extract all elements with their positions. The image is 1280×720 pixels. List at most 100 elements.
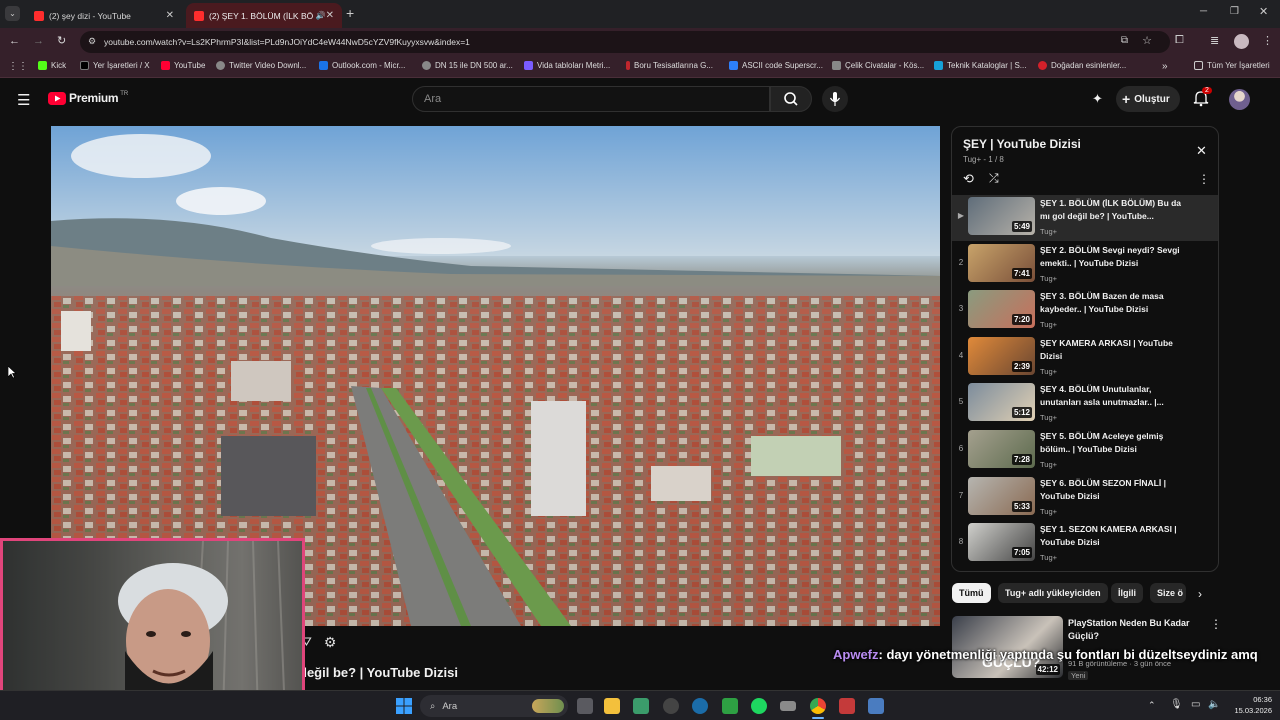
window-icon[interactable] [780, 701, 796, 711]
recommended-menu-icon[interactable]: ⋮ [1210, 617, 1222, 631]
chip-all[interactable]: Tümü [952, 583, 991, 603]
bookmark-item[interactable]: Outlook.com - Micr... [319, 61, 405, 70]
cast-icon[interactable]: ✦ [1092, 91, 1103, 107]
volume-tray-icon[interactable]: 🔈 [1208, 699, 1220, 710]
spotify-icon[interactable] [751, 698, 767, 714]
folder-icon [1194, 61, 1203, 70]
playlist-item[interactable]: 2 7:41 ŞEY 2. BÖLÜM Sevgi neydi? Sevgi eme… [952, 242, 1218, 288]
video-duration: 7:41 [1011, 267, 1032, 279]
steam-icon[interactable] [692, 698, 708, 714]
search-icon [784, 92, 798, 106]
browser-tab-1[interactable]: (2) şey dizi - YouTube ✕ [26, 3, 182, 28]
bookmark-item[interactable]: YouTube [161, 61, 205, 70]
playlist-item[interactable]: ▶ 5:49 ŞEY 1. BÖLÜM (İLK BÖLÜM) Bu da mı g… [952, 195, 1218, 241]
voice-search-button[interactable] [822, 86, 848, 112]
close-playlist-icon[interactable]: ✕ [1196, 143, 1207, 159]
notifications-button[interactable]: 2 [1193, 87, 1212, 107]
bookmarks-overflow-icon[interactable]: » [1162, 61, 1168, 72]
bookmark-item[interactable]: Doğadan esinlenler... [1038, 61, 1126, 70]
playlist-item-title: ŞEY KAMERA ARKASI | YouTube Dizisi [1040, 337, 1173, 361]
xbox-icon[interactable] [722, 698, 738, 714]
streaming-app-icon[interactable] [839, 698, 855, 714]
chip-for-you[interactable]: Size ö [1150, 583, 1186, 603]
bookmark-star-icon[interactable]: ☆ [1142, 34, 1152, 47]
taskbar-search[interactable]: ⌕ Ara [420, 695, 568, 717]
bookmark-item[interactable]: DN 15 ile DN 500 ar... [422, 61, 513, 70]
task-view-icon[interactable] [577, 698, 593, 714]
ascii-icon [729, 61, 738, 70]
browser-tab-2[interactable]: (2) ŞEY 1. BÖLÜM (İLK BÖLÜ 🔊 ✕ [186, 3, 342, 28]
settings-gear-icon[interactable]: ⚙ [324, 634, 337, 651]
site-info-icon[interactable]: ⚙ [88, 36, 96, 47]
chip-uploader[interactable]: Tug+ adlı yükleyiciden [998, 583, 1108, 603]
youtube-header: ☰ Premium TR Ara ✦ + Oluştur 2 [0, 79, 1280, 121]
audio-playing-icon[interactable]: 🔊 [316, 11, 326, 20]
search-input[interactable]: Ara [412, 86, 770, 112]
forward-icon[interactable]: → [33, 35, 44, 47]
playlist-item[interactable]: 8 7:05 ŞEY 1. SEZON KAMERA ARKASI | YouTub… [952, 521, 1218, 567]
youtube-logo[interactable]: Premium TR [48, 91, 128, 105]
playlist-item-channel: Tug+ [1040, 506, 1058, 516]
minimize-icon[interactable]: ─ [1200, 6, 1207, 17]
bookmark-item[interactable]: Boru Tesisatlarına G... [626, 61, 713, 70]
app-icon[interactable] [633, 698, 649, 714]
tab-search-button[interactable]: ⌄ [5, 6, 20, 21]
tray-overflow-icon[interactable]: ⌃ [1148, 700, 1156, 711]
close-window-icon[interactable]: ✕ [1259, 5, 1268, 18]
bookmark-item[interactable]: Vida tabloları Metri... [524, 61, 610, 70]
file-explorer-icon[interactable] [604, 698, 620, 714]
bookmark-item[interactable]: Çelik Civatalar - Kös... [832, 61, 924, 70]
hamburger-menu-icon[interactable]: ☰ [17, 91, 30, 109]
microphone-icon [829, 92, 841, 106]
playlist-item-index: 8 [958, 537, 964, 547]
youtube-favicon-icon [194, 10, 204, 21]
close-tab-icon[interactable]: ✕ [326, 10, 334, 21]
video-duration: 5:33 [1011, 500, 1032, 512]
loop-icon[interactable]: ⟲ [963, 171, 974, 187]
apps-grid-icon[interactable]: ⋮⋮ [8, 61, 28, 72]
close-tab-icon[interactable]: ✕ [166, 10, 174, 21]
shuffle-icon[interactable]: ⤮ [989, 171, 999, 186]
profile-avatar[interactable] [1234, 34, 1249, 49]
maximize-icon[interactable]: ❐ [1230, 6, 1239, 17]
account-avatar[interactable] [1229, 89, 1250, 110]
new-tab-button[interactable]: + [346, 5, 354, 21]
create-button[interactable]: + Oluştur [1116, 86, 1180, 112]
playlist-menu-icon[interactable]: ⋮ [1198, 172, 1210, 186]
playlist-title[interactable]: ŞEY | YouTube Dizisi [963, 137, 1081, 151]
search-button[interactable] [770, 86, 812, 112]
playlist-item[interactable]: 5 5:12 ŞEY 4. BÖLÜM Unutulanlar, unutanlar… [952, 381, 1218, 427]
playlist-item[interactable]: 4 2:39 ŞEY KAMERA ARKASI | YouTube Dizisi T… [952, 335, 1218, 381]
all-bookmarks-button[interactable]: Tüm Yer İşaretleri [1194, 61, 1270, 70]
playlist-item[interactable]: 6 7:28 ŞEY 5. BÖLÜM Aceleye gelmiş bölüm..… [952, 428, 1218, 474]
windows-logo-icon [396, 698, 412, 714]
reading-list-icon[interactable]: ≣ [1210, 34, 1219, 47]
back-icon[interactable]: ← [9, 35, 20, 47]
start-button[interactable] [396, 698, 412, 714]
reload-icon[interactable]: ↻ [57, 34, 66, 47]
display-tray-icon[interactable]: ▭ [1191, 699, 1200, 710]
install-app-icon[interactable]: ⧉ [1121, 35, 1128, 46]
nature-icon [1038, 61, 1047, 70]
bookmark-item[interactable]: Teknik Kataloglar | S... [934, 61, 1026, 70]
address-bar[interactable]: ⚙ youtube.com/watch?v=Ls2KPhrmP3I&list=P… [80, 31, 1170, 53]
playlist-item-thumbnail: 5:12 [968, 383, 1035, 422]
clock[interactable]: 06:36 15.03.2026 [1226, 694, 1272, 716]
extensions-icon[interactable]: ⧠ [1175, 34, 1184, 47]
chrome-icon[interactable] [810, 698, 826, 714]
playlist-item[interactable]: 3 7:20 ŞEY 3. BÖLÜM Bazen de masa kaybeder… [952, 288, 1218, 334]
microphone-tray-icon[interactable]: 🎙 [1170, 699, 1183, 710]
bookmark-item[interactable]: Kick [38, 61, 66, 70]
chip-related[interactable]: İlgili [1111, 583, 1143, 603]
video-duration: 7:05 [1011, 547, 1032, 559]
menu-kebab-icon[interactable]: ⋮ [1262, 34, 1273, 47]
chips-next-icon[interactable]: › [1198, 587, 1202, 601]
bookmark-item[interactable]: ASCII code Superscr... [729, 61, 823, 70]
calculator-icon[interactable] [868, 698, 884, 714]
github-icon[interactable] [663, 698, 679, 714]
playlist-item-index: 7 [958, 490, 964, 500]
chat-text: : dayı yönetmenliği yaptında şu fontları… [878, 647, 1258, 662]
bookmark-item[interactable]: Twitter Video Downl... [216, 61, 306, 70]
playlist-item[interactable]: 7 5:33 ŞEY 6. BÖLÜM SEZON FİNALİ | YouTube… [952, 475, 1218, 521]
bookmark-item[interactable]: Yer İşaretleri / X [80, 61, 150, 70]
